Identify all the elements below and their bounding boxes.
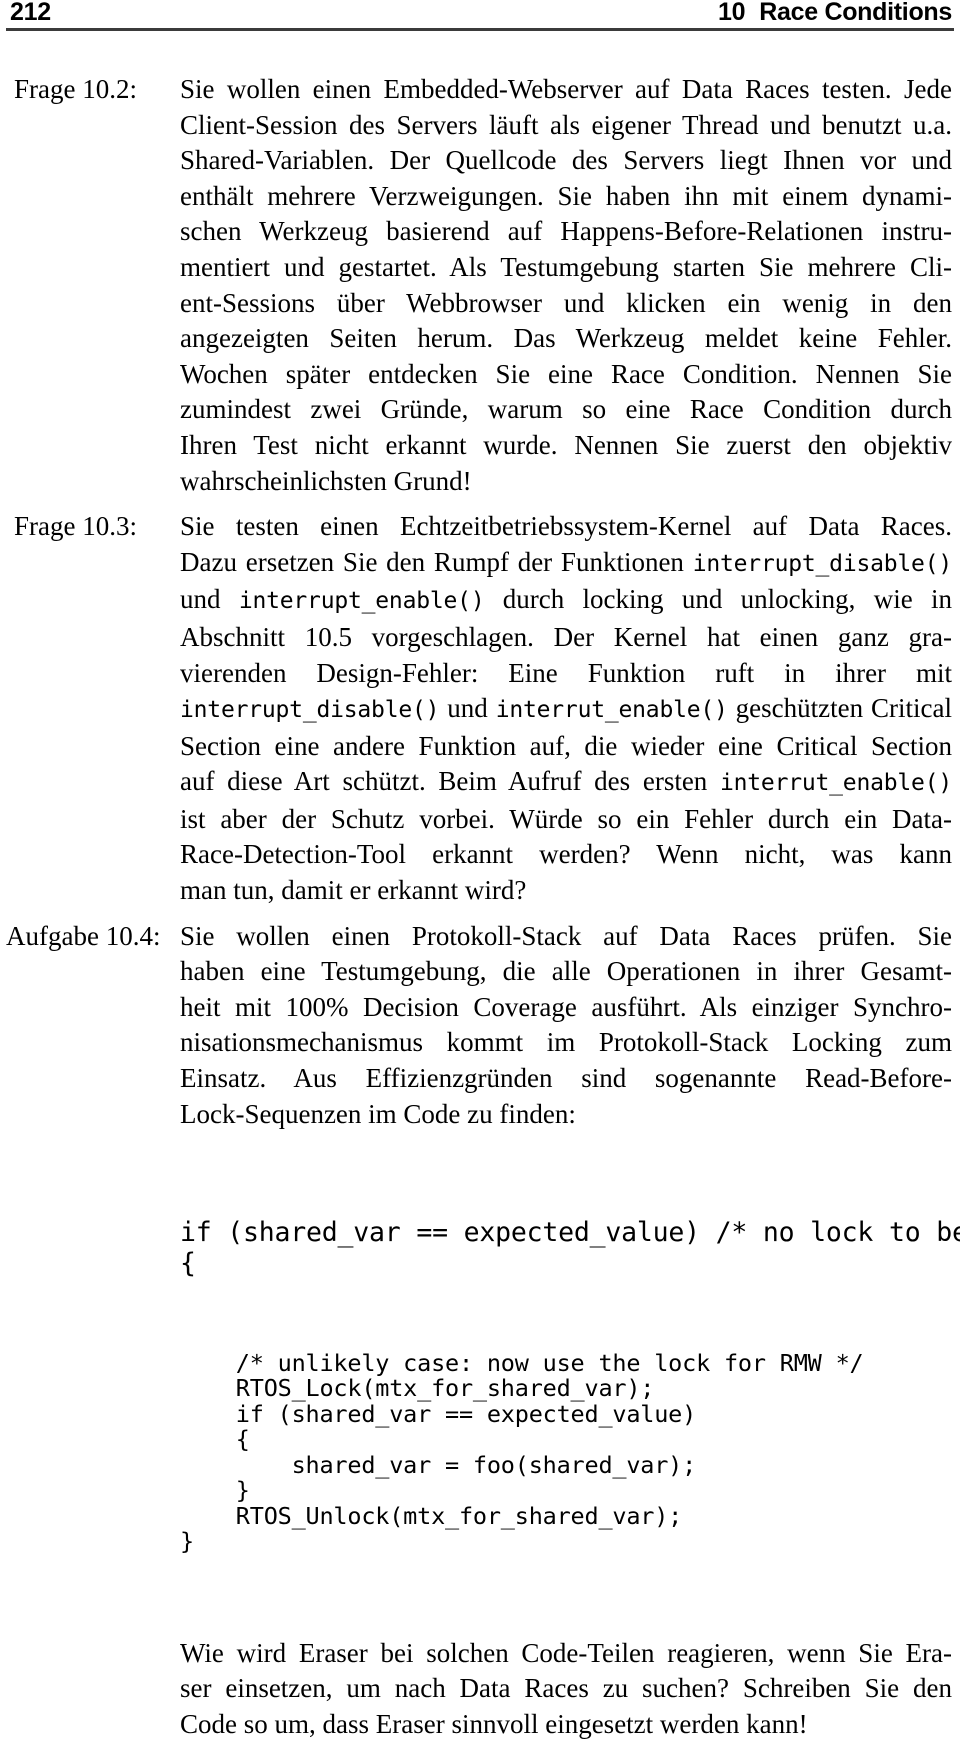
text-line: enthält mehrere Verzweigungen. Sie haben…	[180, 180, 952, 211]
text-line: ent-Sessions über Webbrowser und klicken…	[180, 287, 952, 318]
text-line: Wochen später entdecken Sie eine Race Co…	[180, 358, 952, 389]
text-line: Wie wird Eraser bei solchen Code-Teilen …	[180, 1637, 952, 1668]
chapter-title: Race Conditions	[759, 0, 952, 26]
text-line: zumindest zwei Gründe, warum so eine Rac…	[180, 394, 952, 425]
question-text: Sie wollen einen Embedded-Webserver auf …	[180, 72, 960, 499]
text-line: Sie testen einen Echtzeitbetriebssystem-…	[180, 511, 952, 542]
text-fragment: Dazu ersetzen Sie den Rumpf der Funktion…	[180, 546, 693, 577]
paragraph: Wie wird Eraser bei solchen Code-Teilen …	[180, 1636, 952, 1743]
text-line: man tun, damit er erkannt wird?	[180, 875, 527, 906]
inline-code: interrut_enable()	[495, 697, 728, 724]
text-line: auf diese Art schützt. Beim Aufruf des e…	[180, 764, 952, 802]
text-line: Sie wollen einen Protokoll-Stack auf Dat…	[180, 920, 952, 951]
text-line: angezeigten Seiten herum. Das Werkzeug m…	[180, 323, 952, 354]
question-text: Sie wollen einen Protokoll-Stack auf Dat…	[180, 919, 960, 1743]
text-line: interrupt_disable() und interrut_enable(…	[180, 691, 952, 729]
text-line: Race-Detection-Tool erkannt werden? Wenn…	[180, 839, 952, 870]
text-line: mentiert und gestartet. Als Testumgebung…	[180, 251, 952, 282]
inline-code: interrupt_disable()	[692, 550, 952, 577]
text-line: Abschnitt 10.5 vorgeschlagen. Der Kernel…	[180, 621, 952, 652]
text-fragment: geschützten Critical	[727, 693, 953, 724]
chapter-number: 10	[718, 0, 746, 26]
code-listing-head: if (shared_var == expected_value) /* no …	[180, 1217, 960, 1280]
text-line: Client-Session des Servers läuft als eig…	[180, 109, 952, 140]
text-line: und interrupt_enable() durch locking und…	[180, 582, 952, 620]
text-line: ist aber der Schutz vorbei. Würde so ein…	[180, 803, 952, 834]
text-line: Dazu ersetzen Sie den Rumpf der Funktion…	[180, 545, 952, 583]
header-rule	[6, 28, 954, 31]
text-line: Einsatz. Aus Effizienzgründen sind sogen…	[180, 1063, 952, 1094]
question-label: Frage 10.3:	[14, 511, 137, 542]
paragraph: Sie testen einen Echtzeitbetriebssystem-…	[180, 509, 952, 909]
text-line: nisationsmechanismus kommt im Protokoll-…	[180, 1027, 952, 1058]
text-fragment: und	[439, 693, 496, 724]
question-label: Aufgabe 10.4:	[6, 920, 161, 951]
paragraph: Sie wollen einen Embedded-Webserver auf …	[180, 72, 952, 499]
question-block-frage-10-3: Frage 10.3: Sie testen einen Echtzeitbet…	[0, 509, 960, 909]
paragraph: Sie wollen einen Protokoll-Stack auf Dat…	[180, 919, 952, 1133]
inline-code: interrupt_enable()	[238, 588, 485, 615]
question-text: Sie testen einen Echtzeitbetriebssystem-…	[180, 509, 960, 909]
text-fragment: und	[180, 584, 239, 615]
text-line: wahrscheinlichsten Grund!	[180, 465, 472, 496]
chapter-heading: 10 Race Conditions	[718, 0, 952, 25]
text-line: Shared-Variablen. Der Quellcode des Serv…	[180, 145, 952, 176]
text-line: haben eine Testumgebung, die alle Operat…	[180, 956, 952, 987]
text-line: Code so um, dass Eraser sinnvoll eingese…	[180, 1708, 808, 1739]
text-fragment: auf diese Art schützt. Beim Aufruf des e…	[180, 766, 720, 797]
text-line: Ihren Test nicht erkannt wurde. Nennen S…	[180, 429, 952, 460]
document-page: 212 10 Race Conditions Frage 10.2: Sie w…	[0, 0, 960, 1739]
question-block-aufgabe-10-4: Aufgabe 10.4: Sie wollen einen Protokoll…	[0, 919, 960, 1743]
code-listing: if (shared_var == expected_value) /* no …	[180, 1146, 960, 1626]
text-line: schen Werkzeug basierend auf Happens-Bef…	[180, 216, 952, 247]
text-line: Sie wollen einen Embedded-Webserver auf …	[180, 74, 952, 104]
page-content: Frage 10.2: Sie wollen einen Embedded-We…	[0, 72, 960, 1743]
inline-code: interrut_enable()	[719, 770, 952, 797]
question-block-frage-10-2: Frage 10.2: Sie wollen einen Embedded-We…	[0, 72, 960, 499]
text-fragment: durch locking und unlocking, wie in	[484, 584, 953, 615]
question-label: Frage 10.2:	[14, 74, 137, 104]
page-number: 212	[10, 0, 51, 26]
code-listing-body: /* unlikely case: now use the lock for R…	[180, 1348, 864, 1556]
text-line: Lock-Sequenzen im Code zu finden:	[180, 1098, 576, 1129]
text-line: vierenden Design-Fehler: Eine Funktion r…	[180, 657, 952, 688]
running-header: 212 10 Race Conditions	[0, 0, 960, 30]
inline-code: interrupt_disable()	[180, 697, 440, 724]
text-line: ser einsetzen, um nach Data Races zu suc…	[180, 1673, 952, 1704]
text-line: heit mit 100% Decision Coverage ausführt…	[180, 991, 952, 1022]
text-line: Section eine andere Funktion auf, die wi…	[180, 730, 952, 761]
